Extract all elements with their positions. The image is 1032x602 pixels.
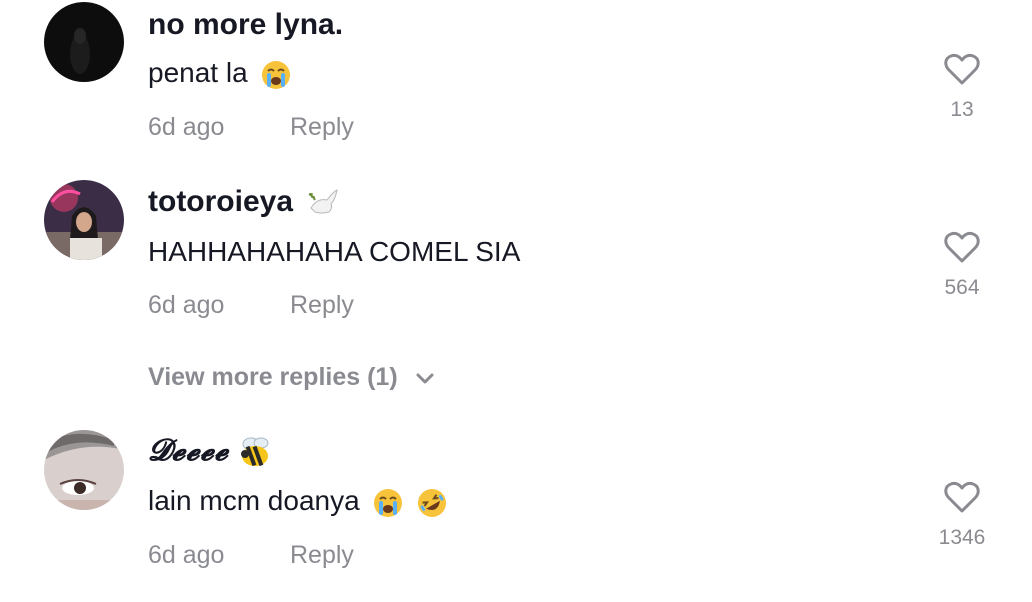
like-button[interactable]: 564 bbox=[934, 230, 990, 300]
avatar[interactable] bbox=[44, 430, 124, 510]
heart-icon bbox=[944, 481, 980, 513]
rolling-on-floor-laughing-icon bbox=[417, 488, 447, 518]
comment-meta: 6d ago Reply bbox=[148, 290, 354, 320]
comment-time: 6d ago bbox=[148, 113, 225, 141]
loudly-crying-face-icon bbox=[261, 60, 291, 90]
comment-time: 6d ago bbox=[148, 541, 225, 569]
comment-text: HAHHAHAHAHA COMEL SIA bbox=[148, 236, 521, 267]
comment-text: penat la bbox=[148, 56, 291, 90]
heart-icon bbox=[944, 53, 980, 85]
like-count: 1346 bbox=[938, 526, 986, 549]
comment-meta: 6d ago Reply bbox=[148, 540, 354, 570]
like-count: 13 bbox=[950, 98, 974, 121]
comment-time: 6d ago bbox=[148, 291, 225, 319]
comment-text: lain mcm doanya bbox=[148, 484, 447, 518]
comment-username-text: 𝓓𝓮𝓮𝓮𝓮 bbox=[148, 433, 229, 468]
dove-icon bbox=[307, 186, 341, 220]
avatar[interactable] bbox=[44, 180, 124, 260]
comment-username[interactable]: totoroieya bbox=[148, 185, 341, 220]
like-count: 564 bbox=[944, 276, 980, 299]
comment-text-content: penat la bbox=[148, 57, 248, 88]
like-button[interactable]: 13 bbox=[934, 52, 990, 122]
bee-icon bbox=[237, 434, 273, 470]
reply-button[interactable]: Reply bbox=[290, 540, 354, 570]
avatar[interactable] bbox=[44, 2, 124, 82]
view-more-replies-label: View more replies (1) bbox=[148, 363, 398, 391]
comment-username-text: totoroieya bbox=[148, 185, 294, 218]
comment-username[interactable]: 𝓓𝓮𝓮𝓮𝓮 bbox=[148, 434, 273, 470]
reply-button[interactable]: Reply bbox=[290, 112, 354, 142]
comment-meta: 6d ago Reply bbox=[148, 112, 354, 142]
view-more-replies-button[interactable]: View more replies (1) bbox=[148, 360, 435, 395]
reply-button[interactable]: Reply bbox=[290, 290, 354, 320]
heart-icon bbox=[944, 231, 980, 263]
chevron-down-icon bbox=[415, 361, 435, 395]
comment-text-content: lain mcm doanya bbox=[148, 485, 360, 516]
loudly-crying-face-icon bbox=[373, 488, 403, 518]
like-button[interactable]: 1346 bbox=[930, 480, 994, 550]
comment-username[interactable]: no more lyna. bbox=[148, 8, 343, 42]
